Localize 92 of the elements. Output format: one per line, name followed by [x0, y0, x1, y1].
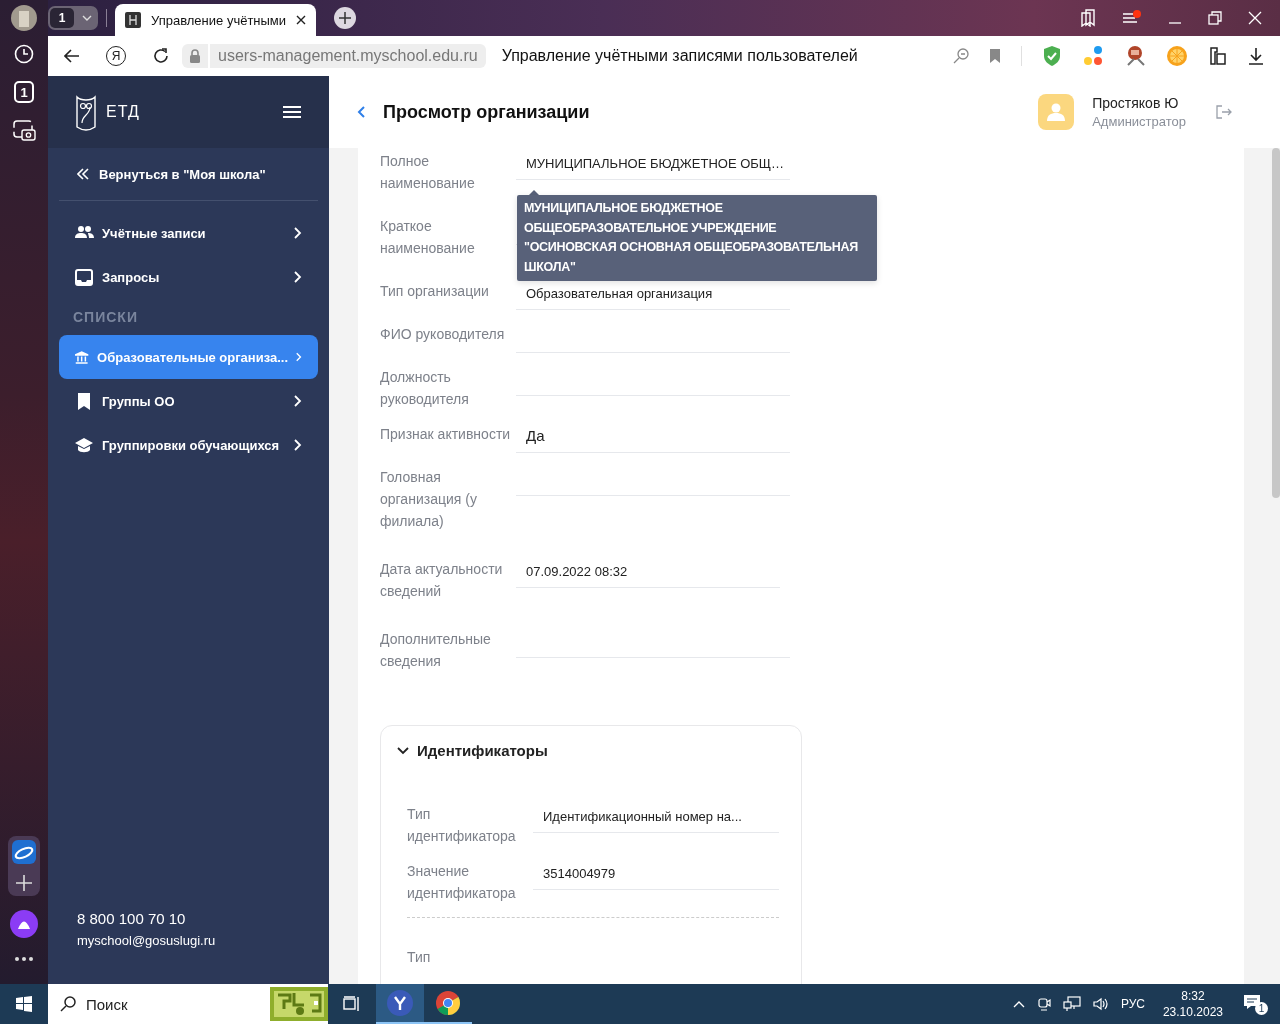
sidebar-item[interactable]: Запросы: [59, 255, 318, 299]
page-heading: Просмотр организации: [383, 101, 590, 123]
menu-icon[interactable]: [283, 105, 301, 119]
app-icon[interactable]: [12, 840, 36, 864]
tab-counter[interactable]: 1: [14, 81, 34, 103]
browser-icon: [387, 990, 413, 1016]
field-label: Должность руководителя: [380, 368, 470, 409]
chevron-right-icon: [294, 439, 302, 451]
email-address: myschool@gosuslugi.ru: [77, 933, 217, 948]
tab-counter: 1: [50, 8, 74, 28]
screenshot-icon[interactable]: [12, 119, 36, 141]
zoom-out-icon[interactable]: [953, 48, 969, 64]
double-chevron-icon: [77, 168, 89, 180]
sidebar-item[interactable]: Группы ОО: [59, 379, 318, 423]
field-label: Тип идентификатора: [407, 805, 517, 846]
menu-icon[interactable]: [1122, 10, 1142, 26]
field-label: Дата актуальности сведений: [380, 560, 504, 601]
windows-icon: [16, 996, 32, 1012]
logo-text: ЕТД: [106, 103, 140, 121]
field-label: Тип: [407, 948, 432, 967]
field-value: 3514004979: [533, 860, 779, 890]
chevron-right-icon: [296, 351, 302, 363]
avatar-icon[interactable]: [11, 5, 37, 31]
volume-icon[interactable]: [1092, 997, 1109, 1011]
address-field[interactable]: users-management.myschool.edu.ru: [210, 44, 486, 68]
taskbar-app[interactable]: [376, 984, 424, 1024]
lock-button[interactable]: [182, 44, 208, 68]
bookmarks-icon[interactable]: [1080, 9, 1096, 27]
field-value: 07.09.2022 08:32: [516, 558, 780, 588]
chrome-icon: [436, 991, 460, 1015]
download-icon[interactable]: [1248, 47, 1264, 65]
scrollbar[interactable]: [1272, 148, 1280, 498]
section-toggle[interactable]: Идентификаторы: [397, 742, 779, 759]
chevron-right-icon: [294, 271, 302, 283]
phone-number: 8 800 100 70 10: [77, 910, 187, 927]
tab-group-button[interactable]: 1: [48, 6, 98, 30]
field-value: Идентификационный номер на...: [533, 803, 779, 833]
section-heading: СПИСКИ: [72, 308, 139, 327]
field-label: Полное наименование: [380, 152, 476, 193]
lock-icon: [189, 49, 201, 63]
bookmark-icon[interactable]: [989, 48, 1001, 64]
camera-icon[interactable]: [1036, 996, 1051, 1012]
close-icon[interactable]: [296, 15, 307, 25]
field-label: ФИО руководителя: [380, 325, 506, 344]
tooltip: МУНИЦИПАЛЬНОЕ БЮДЖЕТНОЕ ОБЩЕОБРАЗОВАТЕЛЬНОЕ УЧРЕЖДЕНИЕ "ОСИНОВСКАЯ ОСНОВНАЯ ОБЩЕОБРАЗОВАТЕЛЬНАЯ ШКОЛА": [517, 190, 877, 281]
field-label: Краткое наименование: [380, 217, 476, 258]
notifications-button[interactable]: 1: [1243, 993, 1268, 1015]
more-icon[interactable]: [14, 956, 34, 962]
user-name: Простяков Ю: [1092, 95, 1180, 111]
language-indicator[interactable]: РУС: [1120, 997, 1145, 1011]
person-icon: [1047, 103, 1066, 121]
dots-icon[interactable]: [1082, 45, 1104, 67]
page-title: Управление учётными записями пользователей: [501, 47, 858, 65]
extensions-icon[interactable]: [1208, 46, 1228, 66]
notification-badge: 1: [1255, 1001, 1268, 1015]
graduation-cap-icon: [75, 436, 94, 454]
sidebar-item[interactable]: Группировки обучающихся: [59, 423, 318, 467]
notification-icon: [1243, 993, 1261, 1010]
field-label: Признак активности: [380, 425, 512, 444]
network-icon[interactable]: [1062, 996, 1081, 1012]
logout-icon[interactable]: [1216, 105, 1232, 119]
field-value: МУНИЦИПАЛЬНОЕ БЮДЖЕТНОЕ ОБЩ…: [516, 150, 790, 180]
back-icon[interactable]: [64, 49, 80, 63]
search-icon: [60, 996, 76, 1012]
add-icon[interactable]: [15, 874, 33, 892]
chevron-down-icon: [82, 15, 92, 21]
owl-logo-icon: [74, 93, 98, 131]
browser-tab[interactable]: Управление учётными: [115, 4, 317, 36]
back-link[interactable]: Вернуться в "Моя школа": [59, 148, 318, 201]
user-role: Администратор: [1092, 114, 1186, 129]
caret-up-icon[interactable]: [1012, 1000, 1025, 1008]
tab-title: Управление учётными: [151, 12, 287, 28]
field-value: Да: [516, 423, 790, 453]
assistant-icon[interactable]: [10, 910, 38, 938]
inbox-icon: [75, 268, 94, 286]
shield-icon[interactable]: [1042, 45, 1062, 67]
reload-icon[interactable]: [152, 47, 170, 65]
clock[interactable]: 8:32 23.10.2023: [1162, 989, 1223, 1019]
search-field[interactable]: Поиск: [48, 984, 328, 1024]
restore-icon[interactable]: [1208, 11, 1222, 25]
field-label: Значение идентификатора: [407, 862, 517, 903]
new-tab-icon[interactable]: [334, 7, 357, 29]
sidebar-item[interactable]: Учётные записи: [59, 211, 318, 255]
chevron-right-icon: [294, 395, 302, 407]
field-label: Дополнительные сведения: [380, 630, 492, 671]
chevron-right-icon: [294, 227, 302, 239]
bank-icon: [75, 348, 90, 366]
history-icon[interactable]: [13, 43, 35, 65]
field-label: Головная организация (у филиала): [380, 468, 478, 531]
task-view-icon: [343, 996, 361, 1012]
sidebar-item[interactable]: Образовательные организа...: [59, 335, 318, 379]
field-label: Тип организации: [380, 282, 490, 301]
